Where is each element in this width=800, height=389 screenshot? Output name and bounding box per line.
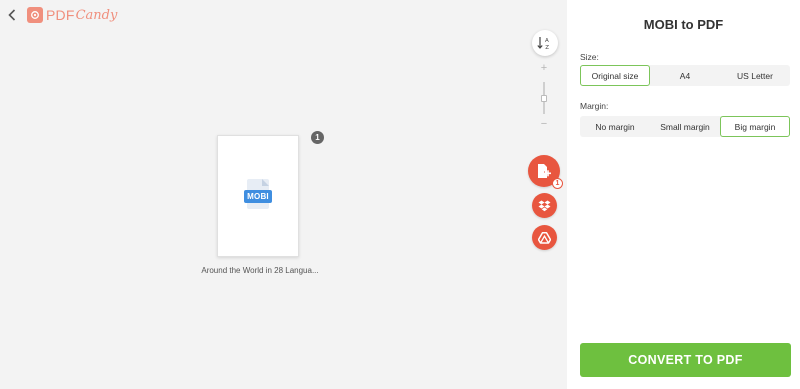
pdfcandy-logo[interactable]: PDF Candy <box>27 5 117 25</box>
google-drive-button[interactable] <box>532 225 557 250</box>
dropbox-button[interactable] <box>532 193 557 218</box>
margin-option-big[interactable]: Big margin <box>720 116 790 137</box>
zoom-out-button[interactable]: − <box>538 118 550 130</box>
settings-panel: MOBI to PDF Size: Original size A4 US Le… <box>567 0 800 389</box>
margin-option-small[interactable]: Small margin <box>650 116 720 137</box>
margin-option-none[interactable]: No margin <box>580 116 650 137</box>
margin-label: Margin: <box>580 101 609 111</box>
file-thumbnail[interactable]: MOBI <box>217 135 299 257</box>
svg-text:A: A <box>545 38 549 44</box>
size-option-a4[interactable]: A4 <box>650 65 720 86</box>
zoom-slider-handle[interactable] <box>541 95 547 102</box>
sort-button[interactable]: A Z <box>532 30 558 56</box>
zoom-in-button[interactable]: + <box>538 62 550 74</box>
back-button[interactable] <box>4 6 20 24</box>
add-file-icon <box>538 164 551 178</box>
google-drive-icon <box>538 231 551 244</box>
margin-selector: No margin Small margin Big margin <box>580 116 790 137</box>
file-name: Around the World in 28 Langua... <box>201 266 319 275</box>
chevron-left-icon <box>8 9 16 21</box>
size-option-us-letter[interactable]: US Letter <box>720 65 790 86</box>
add-file-count-badge: 1 <box>552 178 563 189</box>
size-option-original[interactable]: Original size <box>580 65 650 86</box>
sort-az-icon: A Z <box>537 37 549 50</box>
panel-title: MOBI to PDF <box>643 17 724 32</box>
mobi-file-icon: MOBI <box>244 179 272 213</box>
logo-mark-icon <box>27 7 43 23</box>
logo-text-pdf: PDF <box>46 7 75 23</box>
file-type-label: MOBI <box>244 190 272 203</box>
size-label: Size: <box>580 52 599 62</box>
dropbox-icon <box>538 200 551 211</box>
svg-text:Z: Z <box>545 45 549 50</box>
convert-button[interactable]: CONVERT TO PDF <box>580 343 791 377</box>
logo-text-candy: Candy <box>75 7 118 23</box>
size-selector: Original size A4 US Letter <box>580 65 790 86</box>
file-count-badge: 1 <box>311 131 324 144</box>
